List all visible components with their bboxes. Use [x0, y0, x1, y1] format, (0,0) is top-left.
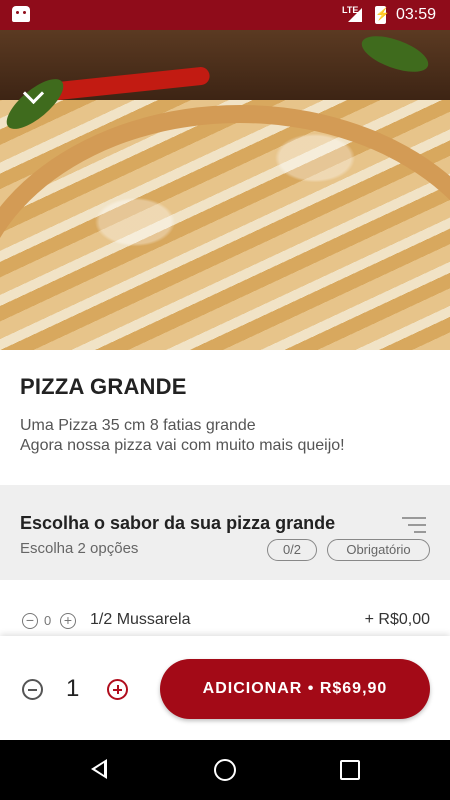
home-icon[interactable] — [214, 759, 236, 781]
product-image — [0, 30, 450, 350]
signal-icon — [348, 8, 362, 22]
android-icon — [12, 6, 30, 22]
description-line: Uma Pizza 35 cm 8 fatias grande — [20, 417, 256, 434]
battery-icon — [375, 6, 390, 24]
status-bar: LTE 03:59 — [0, 0, 450, 30]
description-line: Agora nossa pizza vai com muito mais que… — [20, 437, 345, 454]
add-to-cart-bar: 1 ADICIONAR • R$69,90 — [0, 636, 450, 740]
minus-icon[interactable]: − — [22, 613, 38, 629]
quantity-value: 1 — [66, 675, 80, 702]
selection-count-badge: 0/2 — [267, 539, 317, 561]
pizza-crust — [0, 105, 450, 350]
clock: 03:59 — [396, 6, 437, 23]
option-price: + R$0,00 — [364, 611, 430, 628]
product-description: Uma Pizza 35 cm 8 fatias grande Agora no… — [20, 416, 345, 456]
back-icon[interactable] — [91, 759, 107, 779]
plus-icon[interactable]: + — [60, 613, 76, 629]
flavor-choice-section: Escolha o sabor da sua pizza grande Esco… — [0, 485, 450, 580]
add-button[interactable]: ADICIONAR • R$69,90 — [160, 659, 430, 719]
section-title: Escolha o sabor da sua pizza grande — [20, 513, 336, 533]
sort-icon[interactable] — [402, 517, 426, 533]
section-subtitle: Escolha 2 opções — [20, 540, 139, 557]
required-badge: Obrigatório — [327, 539, 430, 561]
decrease-quantity-button[interactable] — [22, 679, 43, 700]
list-item: − 0 + 1/2 Mussarela + R$0,00 — [0, 605, 450, 635]
option-label: 1/2 Mussarela — [90, 611, 191, 628]
option-quantity: 0 — [44, 613, 52, 628]
navigation-bar — [0, 740, 450, 800]
recent-apps-icon[interactable] — [340, 760, 360, 780]
increase-quantity-button[interactable] — [107, 679, 128, 700]
product-title: PIZZA GRANDE — [20, 374, 187, 399]
